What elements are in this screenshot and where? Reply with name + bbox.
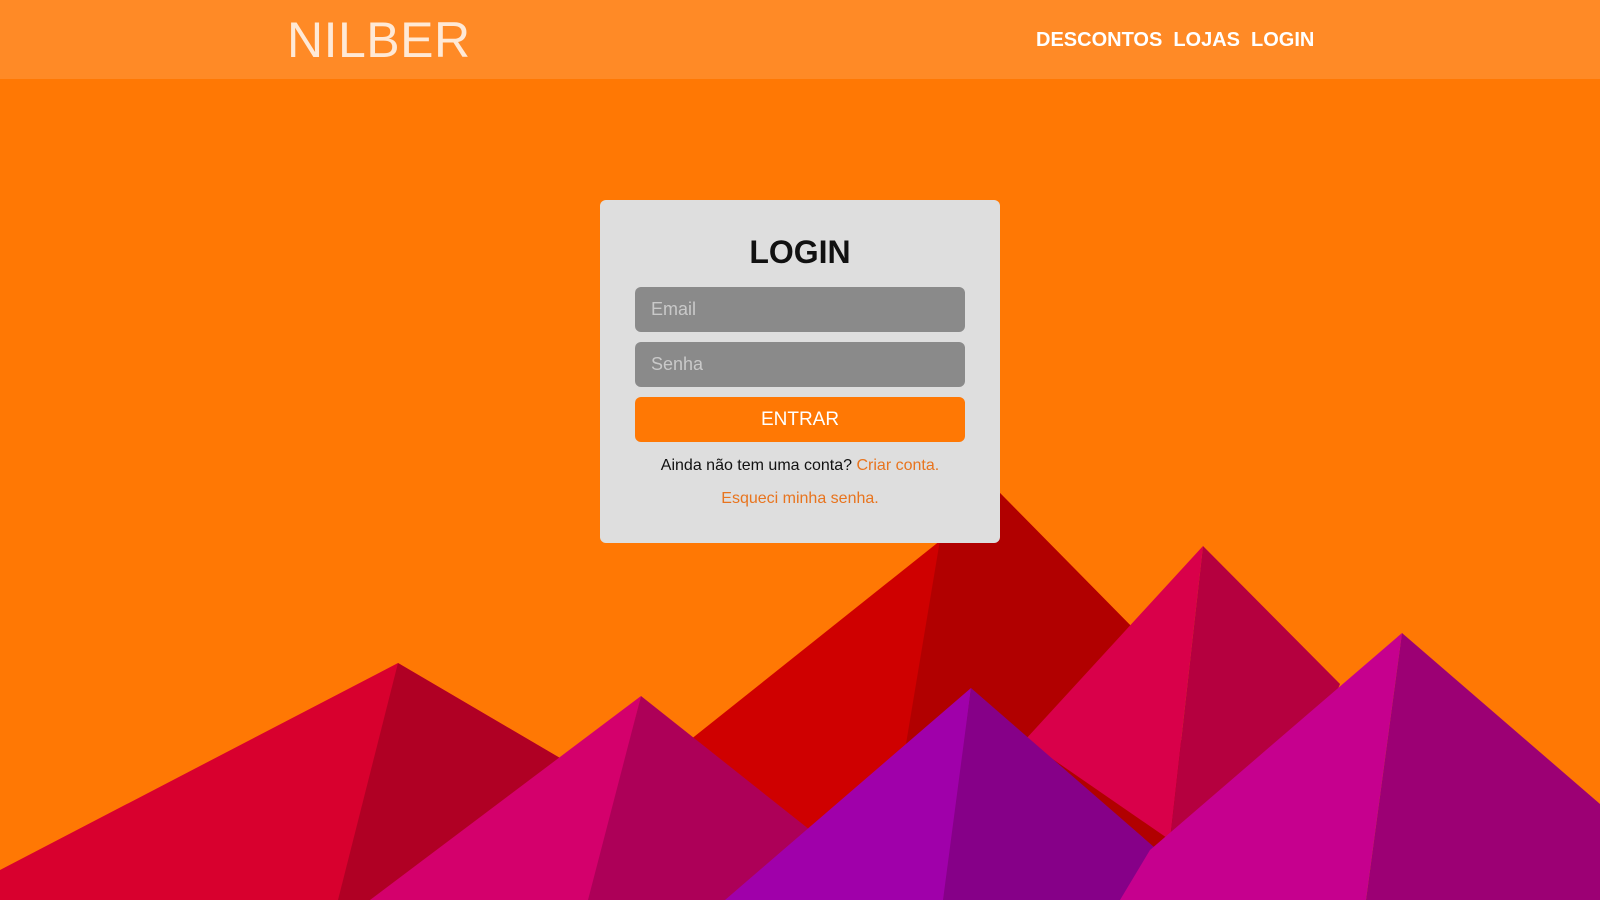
nav-link-lojas[interactable]: LOJAS <box>1173 28 1240 52</box>
login-title: LOGIN <box>749 234 851 270</box>
site-logo[interactable]: NILBER <box>287 12 471 68</box>
login-submit-button[interactable]: ENTRAR <box>635 397 965 442</box>
password-field[interactable] <box>635 342 965 387</box>
nav-link-descontos[interactable]: DESCONTOS <box>1036 28 1162 52</box>
email-field[interactable] <box>635 287 965 332</box>
forgot-password-link[interactable]: Esqueci minha senha. <box>721 490 878 507</box>
signup-prompt: Ainda não tem uma conta? Criar conta. <box>600 456 1000 476</box>
forgot-password-row: Esqueci minha senha. <box>600 489 1000 509</box>
login-card: LOGIN ENTRAR Ainda não tem uma conta? Cr… <box>600 200 1000 543</box>
top-navbar: NILBER DESCONTOS LOJAS LOGIN <box>0 0 1600 79</box>
no-account-text: Ainda não tem uma conta? <box>660 457 857 474</box>
main-nav: DESCONTOS LOJAS LOGIN <box>1036 28 1314 52</box>
nav-link-login[interactable]: LOGIN <box>1251 28 1314 52</box>
create-account-link[interactable]: Criar conta. <box>856 457 939 474</box>
